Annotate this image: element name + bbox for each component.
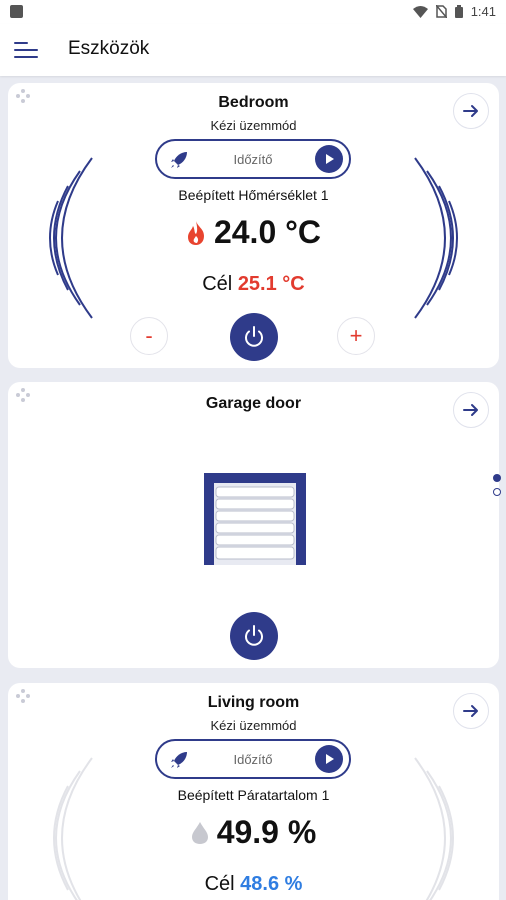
device-mode: Kézi üzemmód xyxy=(210,718,297,733)
increase-button[interactable]: + xyxy=(337,317,375,355)
current-reading: 49.9 % xyxy=(8,814,499,851)
power-icon xyxy=(245,326,263,347)
device-title: Garage door xyxy=(205,395,302,412)
target-reading: Cél 25.1 °C xyxy=(8,273,499,296)
wifi-icon xyxy=(412,5,428,18)
power-button[interactable] xyxy=(230,612,278,660)
target-value: 48.6 % xyxy=(240,873,303,895)
play-icon[interactable] xyxy=(315,145,343,173)
target-prefix: Cél xyxy=(204,873,235,895)
flame-icon xyxy=(187,220,204,245)
target-value: 25.1 °C xyxy=(237,273,305,295)
sensor-label: Beépített Hőmérséklet 1 xyxy=(178,187,329,203)
reading-value: 24.0 °C xyxy=(213,214,322,250)
sensor-label: Beépített Páratartalom 1 xyxy=(177,787,330,803)
status-bar: 1:41 xyxy=(0,0,506,24)
timer-button[interactable]: Időzítő xyxy=(155,139,351,179)
device-mode: Kézi üzemmód xyxy=(210,118,297,133)
hamburger-icon[interactable] xyxy=(14,39,40,61)
page-indicator xyxy=(493,474,503,502)
target-prefix: Cél xyxy=(202,273,233,295)
device-card-garage-door[interactable]: Garage door xyxy=(8,382,499,668)
power-button[interactable] xyxy=(230,313,278,361)
garage-door-icon xyxy=(204,473,306,565)
notification-icon xyxy=(10,5,23,18)
drop-icon xyxy=(191,821,208,844)
device-title: Living room xyxy=(207,694,300,711)
device-title: Bedroom xyxy=(218,94,289,111)
no-sim-icon xyxy=(435,5,447,18)
power-icon xyxy=(245,625,263,646)
page-title: Eszközök xyxy=(68,38,150,59)
device-card-living-room[interactable]: Living room Kézi üzemmód Időzítő Beépíte… xyxy=(8,683,499,900)
page-dot-active[interactable] xyxy=(493,474,501,482)
device-card-bedroom[interactable]: Bedroom Kézi üzemmód Időzítő Beépített H… xyxy=(8,83,499,368)
app-bar: Eszközök xyxy=(0,24,506,76)
reading-value: 49.9 % xyxy=(216,814,317,850)
current-reading: 24.0 °C xyxy=(8,214,499,251)
play-icon[interactable] xyxy=(315,745,343,773)
status-icons: 1:41 xyxy=(412,4,496,19)
page-dot[interactable] xyxy=(493,488,501,496)
decrease-button[interactable]: - xyxy=(130,317,168,355)
status-time: 1:41 xyxy=(470,4,496,19)
battery-icon xyxy=(454,5,463,18)
target-reading: Cél 48.6 % xyxy=(8,873,499,896)
timer-button[interactable]: Időzítő xyxy=(155,739,351,779)
